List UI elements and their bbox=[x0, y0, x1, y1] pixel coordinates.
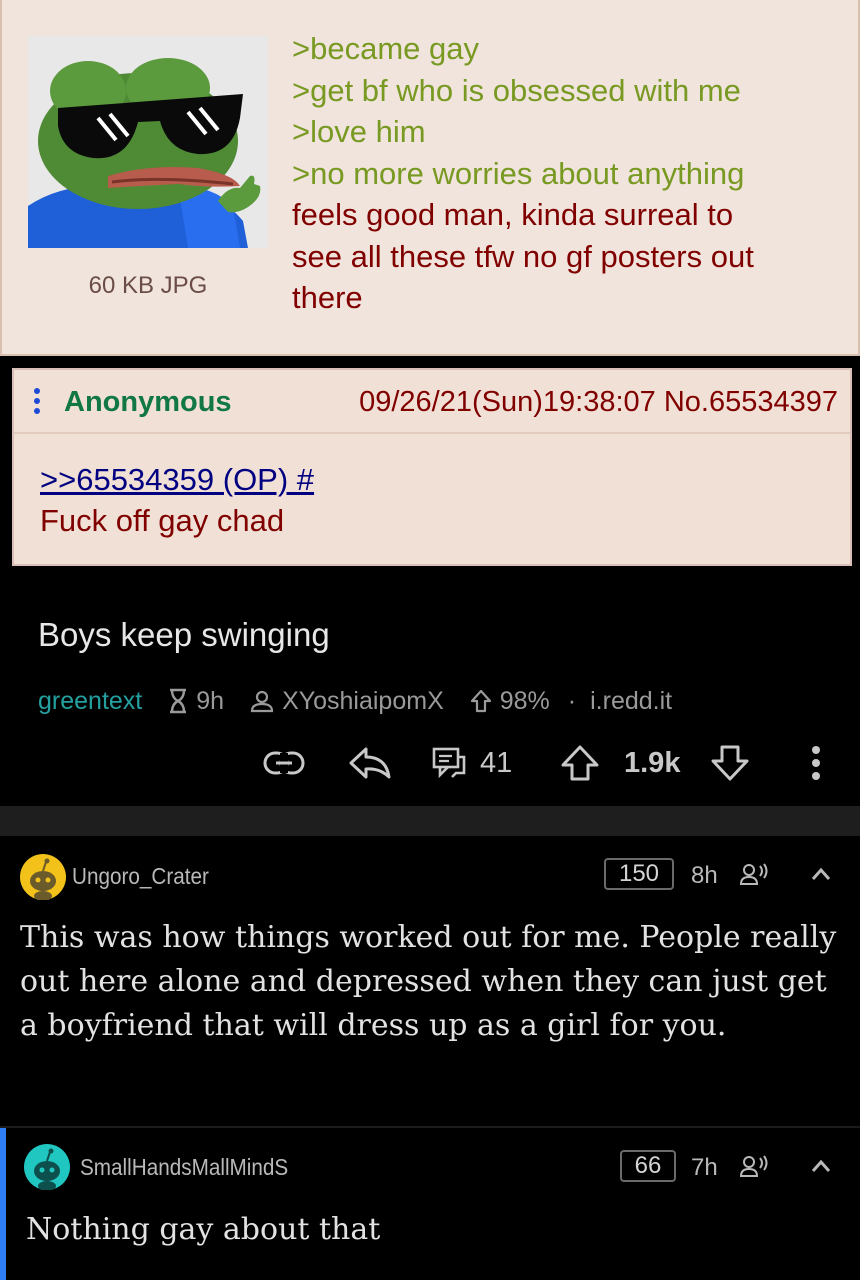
share-button[interactable] bbox=[348, 740, 392, 786]
pepe-image bbox=[28, 36, 268, 248]
greentext-line: >became gay bbox=[292, 31, 479, 66]
comment-score: 66 bbox=[620, 1150, 676, 1182]
comment-username[interactable]: Ungoro_Crater bbox=[72, 863, 209, 890]
comment-line: there bbox=[292, 280, 363, 315]
comments-button[interactable]: 41 bbox=[432, 740, 512, 786]
upvote-ratio: 98% bbox=[470, 687, 550, 716]
upvote-ratio-text: 98% bbox=[499, 686, 550, 715]
downvote-arrow-icon bbox=[711, 745, 749, 781]
link-icon bbox=[263, 751, 305, 775]
kebab-menu-icon bbox=[812, 746, 820, 780]
thread-depth-bar bbox=[0, 1128, 6, 1280]
post-menu-icon[interactable] bbox=[34, 388, 44, 418]
avatar[interactable] bbox=[24, 1144, 70, 1191]
post-action-bar: 41 1.9k bbox=[0, 740, 860, 786]
greentext-line: >get bf who is obsessed with me bbox=[292, 72, 741, 108]
post-datetime[interactable]: 09/26/21(Sun)19:38:07 No.65534397 bbox=[359, 386, 838, 419]
upvote-ratio-icon bbox=[470, 689, 491, 713]
post-meta: greentext 9h XYoshiaipomX 98% · i.redd.i… bbox=[38, 684, 672, 718]
post-score: 1.9k bbox=[624, 746, 681, 779]
post-age-text: 9h bbox=[196, 686, 225, 715]
quote-link[interactable]: >>65534359 (OP) # bbox=[40, 462, 314, 498]
user-icon bbox=[250, 690, 274, 713]
reply-header: Anonymous 09/26/21(Sun)19:38:07 No.65534… bbox=[14, 370, 850, 434]
op-comment: >became gay >get bf who is obsessed with… bbox=[292, 28, 852, 319]
comment: Ungoro_Crater 150 8h This was how things… bbox=[0, 836, 860, 1124]
subreddit-link[interactable]: greentext bbox=[38, 687, 142, 716]
reddit-post: Boys keep swinging greentext 9h XYoshiai… bbox=[0, 568, 860, 806]
upvote-button[interactable]: 1.9k bbox=[560, 740, 680, 786]
upvote-arrow-icon bbox=[561, 745, 599, 781]
post-age: 9h bbox=[168, 687, 224, 716]
reply-post: Anonymous 09/26/21(Sun)19:38:07 No.65534… bbox=[12, 368, 852, 566]
comment-body: Nothing gay about that bbox=[26, 1212, 381, 1247]
section-divider bbox=[0, 806, 860, 836]
post-domain[interactable]: i.redd.it bbox=[590, 687, 672, 716]
file-info: 60 KB JPG bbox=[88, 272, 208, 299]
comment-score: 150 bbox=[604, 858, 674, 890]
snoo-avatar-icon bbox=[20, 854, 66, 901]
comment-count: 41 bbox=[480, 746, 513, 779]
reply-notification-icon[interactable] bbox=[740, 862, 770, 888]
reply-notification-icon[interactable] bbox=[740, 1154, 770, 1180]
reply-body: Fuck off gay chad bbox=[40, 503, 285, 538]
poster-name: Anonymous bbox=[64, 386, 232, 418]
op-post: 60 KB JPG >became gay >get bf who is obs… bbox=[0, 0, 860, 356]
more-options-button[interactable] bbox=[810, 740, 822, 786]
collapse-chevron-icon[interactable] bbox=[810, 866, 832, 882]
greentext-line: >love him bbox=[292, 114, 426, 149]
hourglass-icon bbox=[170, 688, 187, 714]
downvote-button[interactable] bbox=[710, 740, 750, 786]
avatar[interactable] bbox=[20, 854, 66, 901]
post-author-text: XYoshiaipomX bbox=[282, 686, 444, 715]
comment-icon bbox=[432, 747, 466, 779]
pepe-thumbnail[interactable] bbox=[28, 36, 268, 248]
comment-age: 7h bbox=[691, 1154, 718, 1181]
greentext-line: >no more worries about anything bbox=[292, 155, 745, 191]
copy-link-button[interactable] bbox=[262, 740, 306, 786]
collapse-chevron-icon[interactable] bbox=[810, 1158, 832, 1174]
post-title[interactable]: Boys keep swinging bbox=[38, 616, 330, 654]
comment-body: This was how things worked out for me. P… bbox=[20, 920, 837, 1043]
post-author[interactable]: XYoshiaipomX bbox=[250, 687, 444, 716]
comment-age: 8h bbox=[691, 862, 718, 889]
comment-line: see all these tfw no gf posters out bbox=[292, 238, 754, 274]
comment-line: feels good man, kinda surreal to bbox=[292, 197, 734, 232]
share-icon bbox=[349, 747, 391, 779]
meta-separator: · bbox=[567, 686, 577, 715]
comment: SmallHandsMallMindS 66 7h Nothing gay ab… bbox=[0, 1126, 860, 1280]
snoo-avatar-icon bbox=[24, 1144, 70, 1191]
comment-username[interactable]: SmallHandsMallMindS bbox=[80, 1154, 288, 1181]
